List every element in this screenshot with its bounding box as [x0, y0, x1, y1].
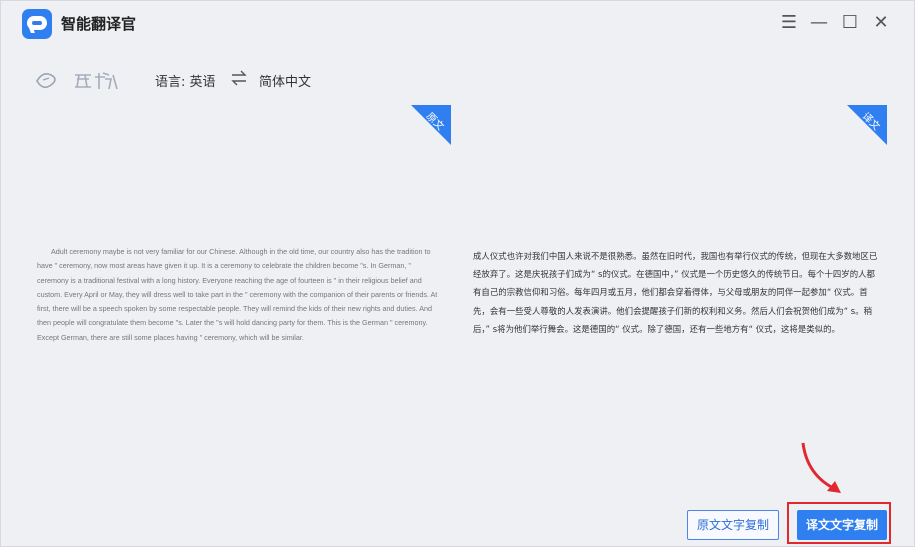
app-logo-icon [22, 9, 52, 39]
maximize-icon[interactable]: ☐ [840, 13, 860, 33]
brand-logo-icon [36, 72, 118, 90]
copy-source-button[interactable]: 原文文字复制 [687, 510, 779, 540]
menu-icon[interactable]: ☰ [779, 13, 799, 33]
red-arrow-icon [801, 442, 841, 493]
translation-tag: 译文 [847, 105, 887, 145]
source-text[interactable]: Adult ceremony maybe is not very familia… [37, 245, 439, 345]
source-text-pane[interactable]: 原文 Adult ceremony maybe is not very fami… [29, 105, 451, 505]
translated-text[interactable]: 成人仪式也许对我们中国人来说不是很熟悉。虽然在旧时代，我国也有举行仪式的传统，但… [473, 247, 878, 338]
target-language-select[interactable]: 简体中文 [259, 71, 311, 90]
source-language-label[interactable]: 语言: 英语 [155, 71, 216, 90]
app-title: 智能翻译官 [61, 15, 137, 33]
title-bar: 智能翻译官 ☰ — ☐ ✕ [1, 1, 914, 47]
copy-translation-button[interactable]: 译文文字复制 [797, 510, 887, 540]
swap-icon[interactable] [230, 69, 248, 87]
close-icon[interactable]: ✕ [871, 13, 891, 33]
app-window: 智能翻译官 ☰ — ☐ ✕ 语言: 英语 简体中文 原文 Adult cerem… [0, 0, 915, 547]
minimize-icon[interactable]: — [809, 13, 829, 33]
source-tag: 原文 [411, 105, 451, 145]
